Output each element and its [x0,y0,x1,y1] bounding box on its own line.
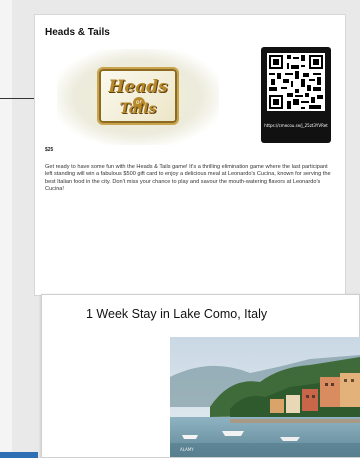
qr-code-icon [267,53,325,111]
photo-credit: ALAMY [180,447,194,452]
logo-text-heads: Heads [108,77,168,97]
lake-como-photo: ALAMY [170,337,360,457]
qr-code[interactable]: https://cmecou.se/j_25zt3YVRet [261,47,331,143]
qr-url-text: https://cmecou.se/j_25zt3YVRet [264,123,328,128]
divider-line [0,98,36,99]
background-panel [0,0,12,458]
card-title: 1 Week Stay in Lake Como, Italy [86,307,268,321]
lake-como-card[interactable]: 1 Week Stay in Lake Como, Italy ALAMY [41,294,360,458]
item-description: Get ready to have some fun with the Head… [45,164,331,192]
card-title: Heads & Tails [45,27,110,38]
logo-plate: Heads or Tails [97,67,179,125]
price-label: $25 [45,147,54,153]
heads-tails-card[interactable]: Heads & Tails Heads or Tails https://cme… [34,14,346,296]
heads-tails-logo: Heads or Tails [57,49,219,145]
background-accent-bar [0,452,38,458]
logo-text-tails: Tails [119,101,157,117]
